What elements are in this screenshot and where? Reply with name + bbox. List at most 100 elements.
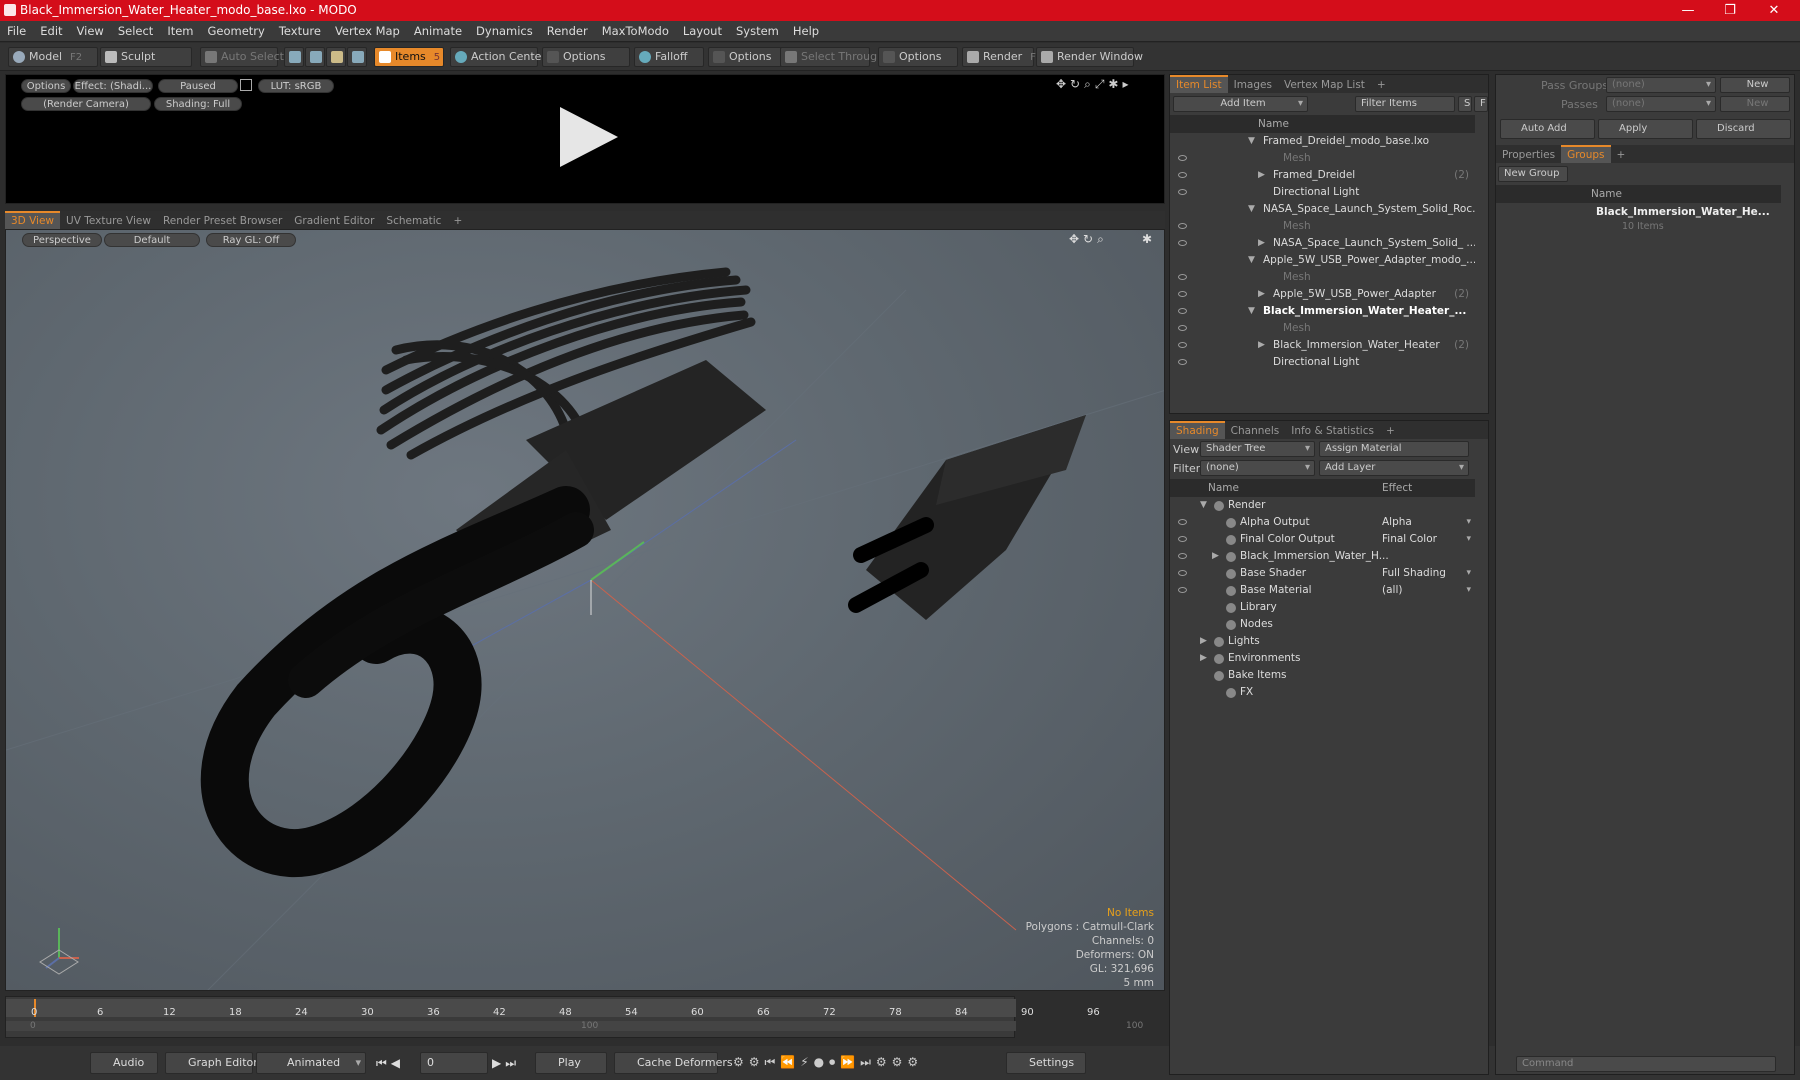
tab-3d-view[interactable]: 3D View xyxy=(5,211,61,229)
visibility-eye-icon[interactable] xyxy=(1178,570,1187,576)
visibility-eye-icon[interactable] xyxy=(1178,240,1187,246)
item-row[interactable]: Mesh xyxy=(1170,218,1475,235)
visibility-eye-icon[interactable] xyxy=(1178,587,1187,593)
timeline-range-bar[interactable] xyxy=(6,1021,1016,1031)
effect-value[interactable]: (all) xyxy=(1382,582,1402,599)
visibility-eye-icon[interactable] xyxy=(1178,172,1187,178)
render-button[interactable]: RenderF9 xyxy=(962,47,1042,67)
visibility-eye-icon[interactable] xyxy=(1178,342,1187,348)
menu-dynamics[interactable]: Dynamics xyxy=(469,21,540,42)
group-name[interactable]: Black_Immersion_Water_He... xyxy=(1596,206,1770,218)
menu-edit[interactable]: Edit xyxy=(33,21,69,42)
timeline-ruler[interactable] xyxy=(6,999,1016,1017)
expand-arrow-icon[interactable]: ▶ xyxy=(1258,235,1265,252)
apply-button[interactable]: Apply xyxy=(1598,119,1693,139)
chevron-down-icon[interactable]: ▾ xyxy=(1466,565,1471,582)
items-mode-button[interactable]: Items 5 xyxy=(374,47,444,67)
preview-effect-dropdown[interactable]: Effect: (Shadi... xyxy=(73,79,153,93)
add-layer-dropdown[interactable]: Add Layer xyxy=(1319,460,1469,476)
action-center-options-button[interactable]: Options xyxy=(542,47,630,67)
shader-row[interactable]: Final Color Output Final Color ▾ xyxy=(1170,531,1475,548)
item-row[interactable]: ▶ Apple_5W_USB_Power_Adapter (2) xyxy=(1170,286,1475,303)
visibility-eye-icon[interactable] xyxy=(1178,308,1187,314)
menu-layout[interactable]: Layout xyxy=(676,21,729,42)
command-input[interactable]: Command xyxy=(1516,1056,1776,1072)
visibility-eye-icon[interactable] xyxy=(1178,189,1187,195)
menu-render[interactable]: Render xyxy=(540,21,595,42)
shader-row[interactable]: ▶ Lights xyxy=(1170,633,1475,650)
tab-shading[interactable]: Shading xyxy=(1170,421,1225,439)
minimize-button[interactable]: — xyxy=(1668,1,1708,20)
menu-vertex-map[interactable]: Vertex Map xyxy=(328,21,407,42)
effect-value[interactable]: Final Color xyxy=(1382,531,1437,548)
expand-arrow-icon[interactable]: ▼ xyxy=(1248,252,1255,269)
shader-row[interactable]: Bake Items xyxy=(1170,667,1475,684)
menu-maxtomodo[interactable]: MaxToModo xyxy=(595,21,676,42)
prev-key-icons[interactable]: ⏮◀ xyxy=(376,1056,404,1071)
search-s-button[interactable]: S xyxy=(1458,96,1472,112)
tab-schematic[interactable]: Schematic xyxy=(380,212,447,230)
tab-info-statistics[interactable]: Info & Statistics xyxy=(1285,422,1380,440)
expand-arrow-icon[interactable]: ▼ xyxy=(1248,201,1255,218)
chevron-down-icon[interactable]: ▾ xyxy=(1466,514,1471,531)
render-window-button[interactable]: Render Window xyxy=(1036,47,1143,67)
tab-add[interactable]: + xyxy=(1611,146,1632,164)
play-icon[interactable] xyxy=(556,105,620,169)
item-row[interactable]: ▶ NASA_Space_Launch_System_Solid_ ... xyxy=(1170,235,1475,252)
lut-dropdown[interactable]: LUT: sRGB xyxy=(258,79,334,93)
sculpt-mode-button[interactable]: Sculpt xyxy=(100,47,192,67)
graph-editor-button[interactable]: Graph Editor xyxy=(165,1052,258,1074)
visibility-eye-icon[interactable] xyxy=(1178,155,1187,161)
next-key-icons[interactable]: ▶⏭ xyxy=(492,1056,520,1071)
visibility-eye-icon[interactable] xyxy=(1178,274,1187,280)
3d-viewport[interactable]: Perspective Default Ray GL: Off ✥↻⌕ ✱ No… xyxy=(5,229,1165,991)
model-mode-button[interactable]: Model F2 xyxy=(8,47,98,67)
menu-animate[interactable]: Animate xyxy=(407,21,469,42)
tab-add[interactable]: + xyxy=(1371,76,1392,94)
expand-arrow-icon[interactable]: ▶ xyxy=(1200,633,1207,650)
item-row[interactable]: ▼ Framed_Dreidel_modo_base.lxo xyxy=(1170,133,1475,150)
item-row[interactable]: Mesh xyxy=(1170,320,1475,337)
new-pass-button[interactable]: New xyxy=(1720,96,1790,112)
visibility-eye-icon[interactable] xyxy=(1178,223,1187,229)
menu-texture[interactable]: Texture xyxy=(272,21,328,42)
auto-add-button[interactable]: Auto Add xyxy=(1500,119,1595,139)
filter-dropdown[interactable]: (none) xyxy=(1200,460,1315,476)
preview-paused-button[interactable]: Paused xyxy=(158,79,238,93)
shader-row[interactable]: Base Shader Full Shading ▾ xyxy=(1170,565,1475,582)
action-center-button[interactable]: Action Center xyxy=(450,47,546,67)
item-row[interactable]: Directional Light xyxy=(1170,354,1475,371)
falloff-options-button[interactable]: Options xyxy=(708,47,782,67)
expand-arrow-icon[interactable]: ▼ xyxy=(1248,303,1255,320)
preview-options-button[interactable]: Options xyxy=(21,79,71,93)
menu-help[interactable]: Help xyxy=(786,21,826,42)
auto-select-button[interactable]: Auto Select xyxy=(200,47,284,67)
visibility-eye-icon[interactable] xyxy=(1178,359,1187,365)
tab-item-list[interactable]: Item List xyxy=(1170,75,1228,93)
cache-deformers-button[interactable]: Cache Deformers xyxy=(614,1052,733,1074)
menu-view[interactable]: View xyxy=(70,21,111,42)
visibility-eye-icon[interactable] xyxy=(1178,553,1187,559)
visibility-eye-icon[interactable] xyxy=(1178,291,1187,297)
frame-field[interactable]: 0 xyxy=(420,1052,488,1074)
tab-images[interactable]: Images xyxy=(1228,76,1278,94)
falloff-button[interactable]: Falloff xyxy=(634,47,704,67)
item-row[interactable]: Mesh xyxy=(1170,269,1475,286)
tab-render-preset-browser[interactable]: Render Preset Browser xyxy=(157,212,288,230)
item-row[interactable]: Directional Light xyxy=(1170,184,1475,201)
menu-item[interactable]: Item xyxy=(160,21,200,42)
shader-tree-dropdown[interactable]: Shader Tree xyxy=(1200,441,1315,457)
close-button[interactable]: ✕ xyxy=(1754,1,1794,20)
item-row[interactable]: ▼ Black_Immersion_Water_Heater_... xyxy=(1170,303,1475,320)
polygons-mode-icon[interactable] xyxy=(326,47,346,67)
audio-button[interactable]: Audio xyxy=(90,1052,158,1074)
select-options-button[interactable]: Options xyxy=(878,47,958,67)
tab-uv-texture-view[interactable]: UV Texture View xyxy=(60,212,157,230)
key-tools-icons[interactable]: ⚙⚙⏮⏪⚡●⏺⏩⏭⚙⚙⚙ xyxy=(733,1055,923,1070)
menu-select[interactable]: Select xyxy=(111,21,160,42)
tab-vertex-map-list[interactable]: Vertex Map List xyxy=(1278,76,1371,94)
pass-groups-dropdown[interactable]: (none) xyxy=(1606,77,1716,93)
expand-arrow-icon[interactable]: ▼ xyxy=(1248,133,1255,150)
discard-button[interactable]: Discard xyxy=(1696,119,1791,139)
expand-arrow-icon[interactable]: ▶ xyxy=(1212,548,1219,565)
